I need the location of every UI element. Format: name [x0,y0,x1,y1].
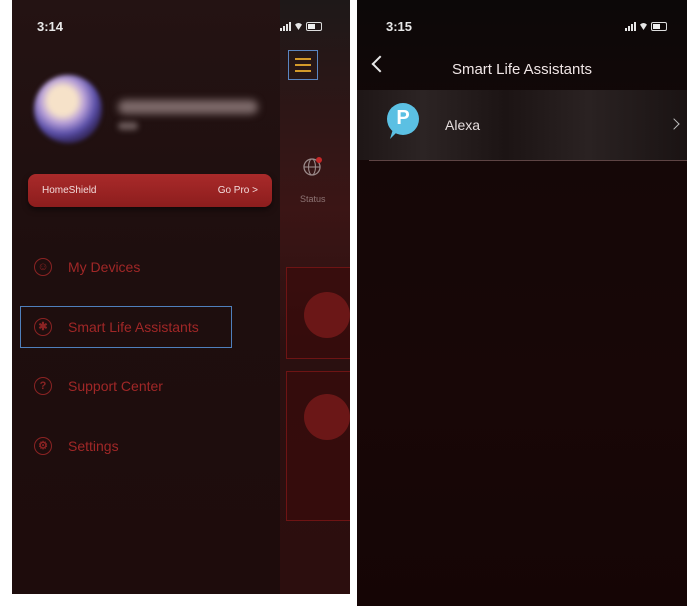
battery-icon [651,22,667,31]
menu-item-label: My Devices [68,259,141,275]
avatar[interactable] [34,75,102,143]
shield-icon [304,292,350,338]
menu-item-label: Settings [68,438,119,454]
battery-icon [306,22,322,31]
left-phone-screen: 3:14 HomeShield Go Pro > ☺ My Devices ✱ … [12,0,350,594]
menu-item-smart-life-assistants[interactable]: ✱ Smart Life Assistants [20,306,232,348]
globe-icon [303,157,322,176]
menu-item-my-devices[interactable]: ☺ My Devices [30,251,230,283]
hamburger-menu-button[interactable] [288,50,318,80]
alexa-icon: P [387,103,419,135]
menu-item-label: Support Center [68,378,163,394]
signal-icon [280,22,291,31]
page-title: Smart Life Assistants [451,61,593,78]
blurred-account-name-2 [118,122,138,130]
menu-item-settings[interactable]: ⚙ Settings [30,430,230,462]
divider [369,160,687,161]
wifi-icon [639,23,648,30]
homeshield-banner[interactable]: HomeShield Go Pro > [28,174,272,207]
status-label: Status [300,194,326,204]
go-pro-link[interactable]: Go Pro > [218,185,258,196]
homeshield-label: HomeShield [42,185,97,196]
list-item-label: Alexa [445,117,481,133]
status-bar-time: 3:14 [37,19,64,34]
menu-item-support-center[interactable]: ? Support Center [30,370,230,402]
assistants-icon: ✱ [34,318,52,336]
menu-item-label: Smart Life Assistants [68,319,199,335]
signal-icon [625,22,636,31]
game-card [286,371,350,521]
blurred-account-name [118,100,258,114]
right-phone-screen: 3:15 Smart Life Assistants P Alexa [357,0,687,606]
status-bar-time: 3:15 [386,19,413,34]
devices-icon: ☺ [34,258,52,276]
gear-icon: ⚙ [34,437,52,455]
status-bar-icons [280,22,322,31]
status-bar-icons [625,22,667,31]
gamepad-icon [304,394,350,440]
help-icon: ? [34,377,52,395]
wifi-icon [294,23,303,30]
